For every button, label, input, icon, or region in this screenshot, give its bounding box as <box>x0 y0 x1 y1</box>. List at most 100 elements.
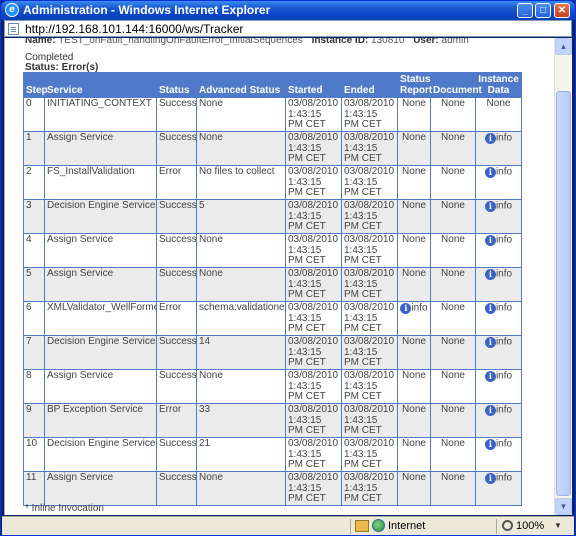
cell-step: 5 <box>23 267 45 302</box>
col-status-report: Status Report <box>397 72 432 98</box>
cell-service: Assign Service <box>44 471 157 506</box>
info-link[interactable]: info <box>496 473 512 484</box>
cell-instance[interactable]: i info <box>475 131 522 166</box>
maximize-button[interactable]: □ <box>535 3 551 18</box>
cell-ended: 03/08/2010 1:43:15 PM CET <box>341 369 398 404</box>
cell-instance[interactable]: i info <box>475 335 522 370</box>
cell-ended: 03/08/2010 1:43:15 PM CET <box>341 301 398 336</box>
scroll-down-button[interactable]: ▼ <box>555 498 572 515</box>
cell-instance[interactable]: i info <box>475 471 522 506</box>
cell-step: 7 <box>23 335 45 370</box>
status-divider <box>496 519 497 534</box>
scroll-thumb[interactable] <box>556 91 571 496</box>
info-link[interactable]: info <box>496 235 512 246</box>
cell-ended: 03/08/2010 1:43:15 PM CET <box>341 199 398 234</box>
table-row: 4 Assign Service Success None 03/08/2010 1:4… <box>23 233 522 268</box>
cell-status: Success <box>156 369 197 404</box>
instance-value: 130810 <box>371 38 405 46</box>
cell-document: None <box>430 199 476 234</box>
cell-advanced: None <box>196 233 286 268</box>
cell-instance[interactable]: i info <box>475 233 522 268</box>
name-value: TEST_onFault_handlingOnFaultError_Initia… <box>58 38 303 46</box>
info-icon[interactable]: i <box>484 133 496 144</box>
col-status: Status <box>156 72 197 98</box>
table-row: 7 Decision Engine Service Success 14 03/08/2… <box>23 335 522 370</box>
info-icon[interactable]: i <box>484 201 496 212</box>
info-icon[interactable]: i <box>484 303 496 314</box>
minimize-button[interactable]: _ <box>517 3 533 18</box>
info-icon[interactable]: i <box>484 473 496 484</box>
cell-instance[interactable]: i info <box>475 267 522 302</box>
cell-service: Assign Service <box>44 369 157 404</box>
cell-instance[interactable]: i info <box>475 437 522 472</box>
tracker-table: Step Service Status Advanced Status Star… <box>23 72 522 506</box>
zoom-icon[interactable] <box>502 520 513 531</box>
cell-advanced: None <box>196 369 286 404</box>
cell-advanced: 14 <box>196 335 286 370</box>
cell-ended: 03/08/2010 1:43:15 PM CET <box>341 131 398 166</box>
cell-instance[interactable]: i info <box>475 369 522 404</box>
cell-step: 2 <box>23 165 45 200</box>
info-icon[interactable]: i <box>484 371 496 382</box>
cell-instance[interactable]: i info <box>475 301 522 336</box>
info-icon[interactable]: i <box>484 337 496 348</box>
cell-service: Assign Service <box>44 233 157 268</box>
cell-ended: 03/08/2010 1:43:15 PM CET <box>341 165 398 200</box>
cell-instance[interactable]: i info <box>475 403 522 438</box>
cell-report: None <box>397 437 431 472</box>
address-bar[interactable]: http://192.168.101.144:16000/ws/Tracker <box>4 20 572 37</box>
close-button[interactable]: ✕ <box>554 3 570 18</box>
info-link[interactable]: info <box>496 201 512 212</box>
cell-instance[interactable]: i info <box>475 199 522 234</box>
internet-zone-icon <box>372 519 385 532</box>
info-link[interactable]: info <box>496 337 512 348</box>
info-icon[interactable]: i <box>484 269 496 280</box>
info-link[interactable]: info <box>496 405 512 416</box>
cell-report: None <box>397 267 431 302</box>
cell-ended: 03/08/2010 1:43:15 PM CET <box>341 437 398 472</box>
info-link[interactable]: info <box>496 303 512 314</box>
cell-status: Success <box>156 437 197 472</box>
scroll-up-button[interactable]: ▲ <box>555 38 572 55</box>
cell-started: 03/08/2010 1:43:15 PM CET <box>285 471 342 506</box>
info-icon[interactable]: i <box>484 235 496 246</box>
col-started: Started <box>285 72 342 98</box>
col-step: Step <box>23 72 48 98</box>
info-link[interactable]: info <box>496 269 512 280</box>
status-divider <box>350 519 351 534</box>
cell-service: Assign Service <box>44 131 157 166</box>
cell-started: 03/08/2010 1:43:15 PM CET <box>285 437 342 472</box>
info-icon[interactable]: i <box>484 439 496 450</box>
zoom-level[interactable]: 100% <box>516 520 544 532</box>
info-link[interactable]: info <box>496 167 512 178</box>
user-label: User: <box>413 38 439 46</box>
cell-ended: 03/08/2010 1:43:15 PM CET <box>341 471 398 506</box>
cell-advanced: No files to collect <box>196 165 286 200</box>
cell-report: None <box>397 403 431 438</box>
cell-started: 03/08/2010 1:43:15 PM CET <box>285 301 342 336</box>
cell-ended: 03/08/2010 1:43:15 PM CET <box>341 233 398 268</box>
cell-instance[interactable]: i info <box>475 165 522 200</box>
cell-report[interactable]: i info <box>397 301 431 336</box>
info-icon[interactable]: i <box>484 167 496 178</box>
info-icon[interactable]: i <box>484 405 496 416</box>
cell-advanced: 5 <box>196 199 286 234</box>
cell-started: 03/08/2010 1:43:15 PM CET <box>285 233 342 268</box>
info-icon[interactable]: i <box>400 303 412 314</box>
table-row: 11 Assign Service Success None 03/08/2010 1:… <box>23 471 522 506</box>
col-document: Document <box>430 72 482 98</box>
info-link[interactable]: info <box>496 371 512 382</box>
zoom-dropdown-icon[interactable]: ▼ <box>554 521 562 530</box>
info-link[interactable]: info <box>411 303 427 314</box>
vertical-scrollbar[interactable]: ▲ ▼ <box>554 38 572 515</box>
cell-document: None <box>430 437 476 472</box>
info-link[interactable]: info <box>496 439 512 450</box>
cell-step: 9 <box>23 403 45 438</box>
cell-service: Assign Service <box>44 267 157 302</box>
user-value: admin <box>441 38 469 46</box>
browser-window: e Administration - Windows Internet Expl… <box>0 0 576 536</box>
info-link[interactable]: info <box>496 133 512 144</box>
cell-ended: 03/08/2010 1:43:15 PM CET <box>341 267 398 302</box>
cell-service: BP Exception Service <box>44 403 157 438</box>
cell-ended: 03/08/2010 1:43:15 PM CET <box>341 97 398 132</box>
